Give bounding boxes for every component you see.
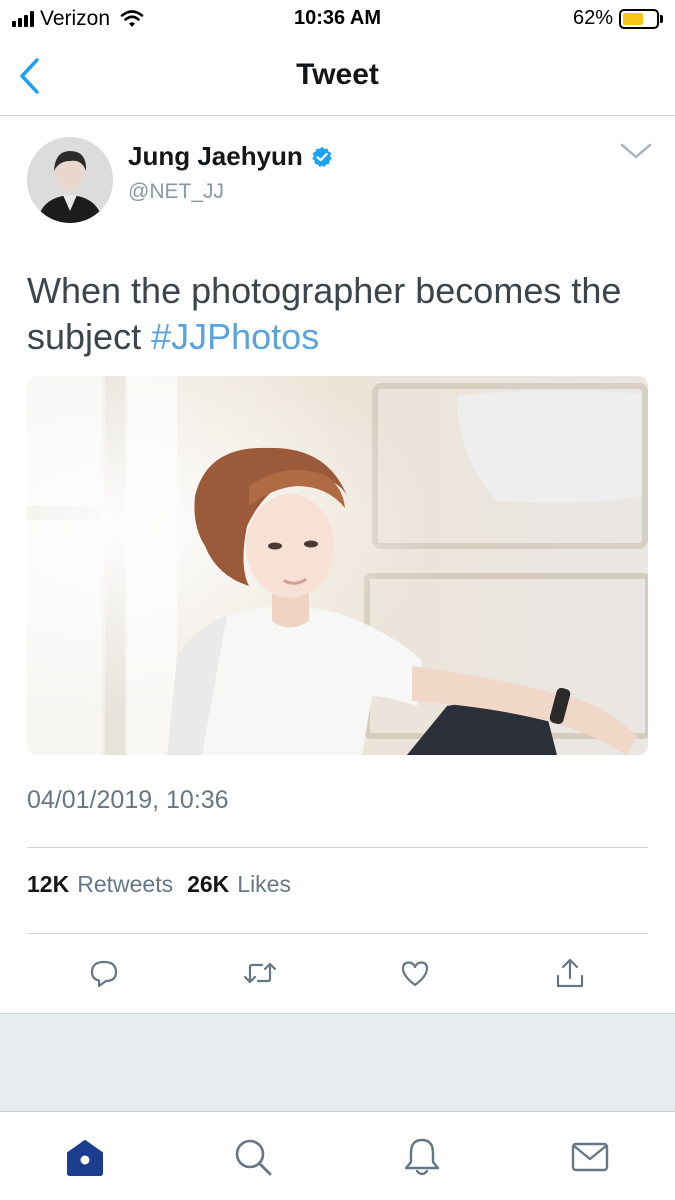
hashtag-link[interactable]: #JJPhotos: [151, 316, 319, 357]
share-button[interactable]: [552, 955, 588, 991]
page-title: Tweet: [296, 58, 379, 91]
tweet-photo[interactable]: [27, 376, 648, 755]
retweets-stat[interactable]: 12K Retweets: [27, 871, 173, 898]
verified-badge-icon: [312, 146, 332, 167]
tab-bar: [0, 1113, 675, 1200]
search-icon: [235, 1139, 272, 1176]
tab-search[interactable]: [229, 1133, 277, 1181]
tab-messages[interactable]: [566, 1133, 614, 1181]
likes-count: 26K: [187, 871, 230, 897]
retweet-button[interactable]: [242, 955, 278, 991]
messages-icon: [571, 1142, 609, 1172]
like-button[interactable]: [397, 955, 433, 991]
tweet-stats: 12K Retweets 26K Likes: [27, 871, 291, 898]
home-icon: [67, 1140, 103, 1176]
tweet-body: When the photographer becomes the subjec…: [27, 270, 622, 357]
battery-percent: 62%: [572, 7, 613, 29]
notifications-icon: [404, 1138, 440, 1176]
retweets-count: 12K: [27, 871, 70, 897]
battery-cap: [660, 14, 663, 23]
tab-notifications[interactable]: [398, 1133, 446, 1181]
status-bar: Verizon 10:36 AM 62%: [0, 0, 675, 38]
avatar[interactable]: [27, 137, 113, 223]
retweets-label: Retweets: [77, 871, 174, 897]
tweet-timestamp: 04/01/2019, 10:36: [27, 786, 229, 814]
empty-replies-area: [0, 1013, 675, 1112]
status-right: 62%: [573, 7, 663, 30]
divider: [27, 847, 648, 848]
chevron-down-icon[interactable]: [618, 138, 654, 164]
tab-home[interactable]: [61, 1133, 109, 1181]
share-icon: [556, 958, 584, 988]
retweet-icon: [243, 962, 277, 984]
author-name[interactable]: Jung Jaehyun: [128, 141, 333, 172]
likes-label: Likes: [237, 871, 291, 897]
like-icon: [401, 961, 429, 987]
likes-stat[interactable]: 26K Likes: [187, 871, 291, 898]
author-name-text: Jung Jaehyun: [128, 141, 303, 171]
battery-icon: [619, 8, 659, 29]
divider: [27, 933, 648, 934]
reply-button[interactable]: [86, 955, 122, 991]
tweet-text: When the photographer becomes the subjec…: [27, 268, 647, 360]
author-handle[interactable]: @NET_JJ: [128, 180, 224, 204]
nav-bar: Tweet: [0, 38, 675, 116]
avatar-image: [27, 137, 113, 223]
reply-icon: [90, 960, 118, 988]
photo-image: [27, 376, 648, 755]
